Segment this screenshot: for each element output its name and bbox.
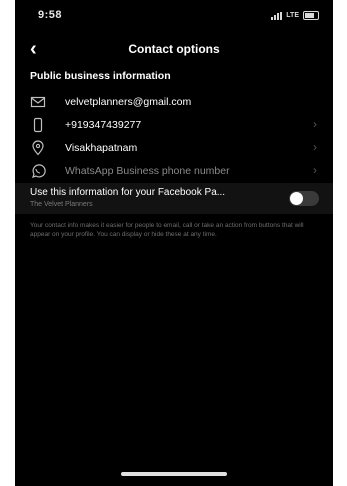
- chevron-right-icon: ›: [313, 117, 317, 131]
- section-title: Public business information: [30, 70, 171, 82]
- contact-location: Visakhapatnam: [65, 142, 138, 154]
- chevron-right-icon: ›: [313, 140, 317, 154]
- page-title: Contact options: [128, 42, 220, 56]
- signal-icon: [271, 11, 283, 20]
- status-time: 9:58: [38, 9, 63, 21]
- home-indicator[interactable]: [121, 472, 227, 476]
- facebook-page-name: The Velvet Planners: [30, 201, 93, 208]
- header: ‹ Contact options: [15, 38, 333, 62]
- whatsapp-icon: [30, 163, 46, 179]
- chevron-right-icon: ›: [313, 163, 317, 177]
- contact-row-whatsapp[interactable]: WhatsApp Business phone number ›: [15, 160, 333, 182]
- facebook-toggle-title: Use this information for your Facebook P…: [30, 187, 226, 198]
- toggle-knob: [290, 192, 303, 205]
- phone-screen: 9:58 LTE ‹ Contact options Public busine…: [15, 0, 333, 486]
- contact-row-phone[interactable]: +919347439277 ›: [15, 114, 333, 136]
- helper-text: Your contact info makes it easier for pe…: [30, 222, 304, 238]
- facebook-page-toggle-row[interactable]: Use this information for your Facebook P…: [15, 183, 333, 214]
- status-icons: LTE: [271, 11, 319, 20]
- battery-icon: [303, 11, 319, 20]
- mail-icon: [30, 94, 46, 110]
- location-pin-icon: [30, 140, 46, 156]
- network-label: LTE: [286, 12, 299, 19]
- contact-email: velvetplanners@gmail.com: [65, 96, 192, 108]
- phone-icon: [30, 117, 46, 133]
- contact-phone: +919347439277: [65, 119, 142, 131]
- contact-row-location[interactable]: Visakhapatnam ›: [15, 137, 333, 159]
- status-bar: 9:58 LTE: [15, 0, 333, 30]
- facebook-toggle-switch[interactable]: [289, 191, 319, 206]
- contact-whatsapp: WhatsApp Business phone number: [65, 165, 230, 177]
- contact-row-email[interactable]: velvetplanners@gmail.com: [15, 91, 333, 113]
